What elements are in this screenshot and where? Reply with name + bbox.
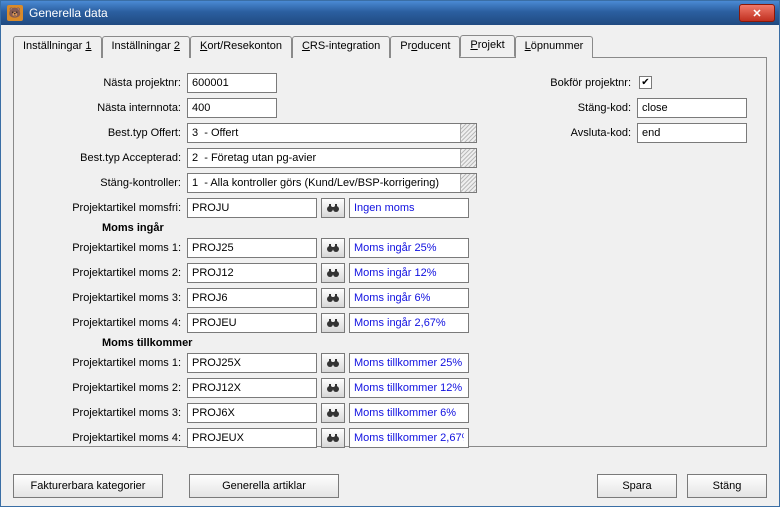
stang-button[interactable]: Stäng [687,474,767,498]
binoculars-icon [326,267,340,279]
moms-tillkommer-desc [349,378,469,398]
moms-ingar-code-input[interactable] [187,288,317,308]
tab-inst-llningar1[interactable]: Inställningar 1 [13,36,102,58]
besttyp-accepterad-combo[interactable] [187,148,477,168]
moms-tillkommer-label: Projektartikel moms 4: [32,432,187,444]
moms-ingar-lookup-button[interactable] [321,313,345,333]
label-besttyp-accepterad: Best.typ Accepterad: [32,152,187,164]
tab-strip: Inställningar 1Inställningar 2Kort/Resek… [13,35,767,57]
moms-ingar-lookup-button[interactable] [321,288,345,308]
tab-panel-projekt: Nästa projektnr: Nästa internnota: Best.… [13,57,767,447]
moms-tillkommer-desc [349,428,469,448]
moms-tillkommer-row: Projektartikel moms 1: [32,352,522,373]
moms-tillkommer-code-input[interactable] [187,378,317,398]
moms-ingar-row: Projektartikel moms 1: [32,237,522,258]
moms-tillkommer-row: Projektartikel moms 3: [32,402,522,423]
tab-oducent[interactable]: Producent [390,36,460,58]
label-avsluta-kod: Avsluta-kod: [542,127,637,139]
moms-tillkommer-lookup-button[interactable] [321,403,345,423]
moms-ingar-row: Projektartikel moms 3: [32,287,522,308]
moms-tillkommer-lookup-button[interactable] [321,428,345,448]
app-icon: 🐻 [7,5,23,21]
tab-projekt[interactable]: Projekt [460,35,514,57]
label-stang-kontroller: Stäng-kontroller: [32,177,187,189]
moms-ingar-desc [349,313,469,333]
moms-tillkommer-label: Projektartikel moms 1: [32,357,187,369]
moms-tillkommer-label: Projektartikel moms 3: [32,407,187,419]
moms-ingar-desc [349,238,469,258]
window-title: Generella data [29,6,739,20]
moms-ingar-label: Projektartikel moms 2: [32,267,187,279]
moms-ingar-label: Projektartikel moms 1: [32,242,187,254]
binoculars-icon [326,202,340,214]
close-icon: ✕ [752,7,761,20]
moms-tillkommer-desc [349,353,469,373]
moms-ingar-code-input[interactable] [187,313,317,333]
label-stang-kod: Stäng-kod: [542,102,637,114]
stang-kontroller-combo[interactable] [187,173,477,193]
label-besttyp-offert: Best.typ Offert: [32,127,187,139]
generella-artiklar-button[interactable]: Generella artiklar [189,474,339,498]
nasta-internnota-input[interactable] [187,98,277,118]
bokfor-projektnr-checkbox[interactable]: ✔ [639,76,652,89]
moms-tillkommer-lookup-button[interactable] [321,353,345,373]
label-nasta-internnota: Nästa internnota: [32,102,187,114]
stang-kod-input[interactable] [637,98,747,118]
section-moms-ingar: Moms ingår [32,222,522,234]
moms-tillkommer-code-input[interactable] [187,403,317,423]
moms-ingar-desc [349,263,469,283]
binoculars-icon [326,317,340,329]
label-bokfor-projektnr: Bokför projektnr: [542,77,637,89]
tab-inst-llningar2[interactable]: Inställningar 2 [102,36,191,58]
nasta-projektnr-input[interactable] [187,73,277,93]
label-momsfri: Projektartikel momsfri: [32,202,187,214]
moms-ingar-row: Projektartikel moms 2: [32,262,522,283]
moms-tillkommer-row: Projektartikel moms 4: [32,427,522,448]
fakturerbara-kategorier-button[interactable]: Fakturerbara kategorier [13,474,163,498]
binoculars-icon [326,407,340,419]
tab-l-pnummer[interactable]: Löpnummer [515,36,594,58]
tab-kort-resekonton[interactable]: Kort/Resekonton [190,36,292,58]
moms-ingar-label: Projektartikel moms 3: [32,292,187,304]
titlebar: 🐻 Generella data ✕ [1,1,779,25]
moms-tillkommer-code-input[interactable] [187,428,317,448]
moms-tillkommer-row: Projektartikel moms 2: [32,377,522,398]
binoculars-icon [326,382,340,394]
footer-buttons: Fakturerbara kategorier Generella artikl… [13,474,767,498]
moms-tillkommer-code-input[interactable] [187,353,317,373]
moms-ingar-code-input[interactable] [187,263,317,283]
spara-button[interactable]: Spara [597,474,677,498]
moms-ingar-row: Projektartikel moms 4: [32,312,522,333]
moms-tillkommer-label: Projektartikel moms 2: [32,382,187,394]
tab-crs-integration[interactable]: CRS-integration [292,36,390,58]
moms-ingar-code-input[interactable] [187,238,317,258]
binoculars-icon [326,242,340,254]
client-area: Inställningar 1Inställningar 2Kort/Resek… [1,25,779,506]
besttyp-offert-combo[interactable] [187,123,477,143]
moms-ingar-desc [349,288,469,308]
moms-tillkommer-lookup-button[interactable] [321,378,345,398]
avsluta-kod-input[interactable] [637,123,747,143]
right-column: Bokför projektnr: ✔ Stäng-kod: Avsluta-k… [542,72,748,452]
momsfri-code-input[interactable] [187,198,317,218]
moms-ingar-label: Projektartikel moms 4: [32,317,187,329]
left-column: Nästa projektnr: Nästa internnota: Best.… [32,72,522,452]
label-nasta-projektnr: Nästa projektnr: [32,77,187,89]
binoculars-icon [326,357,340,369]
binoculars-icon [326,292,340,304]
close-button[interactable]: ✕ [739,4,775,22]
moms-ingar-lookup-button[interactable] [321,238,345,258]
momsfri-desc [349,198,469,218]
moms-ingar-lookup-button[interactable] [321,263,345,283]
binoculars-icon [326,432,340,444]
moms-tillkommer-desc [349,403,469,423]
lookup-momsfri-button[interactable] [321,198,345,218]
section-moms-tillkommer: Moms tillkommer [32,337,522,349]
